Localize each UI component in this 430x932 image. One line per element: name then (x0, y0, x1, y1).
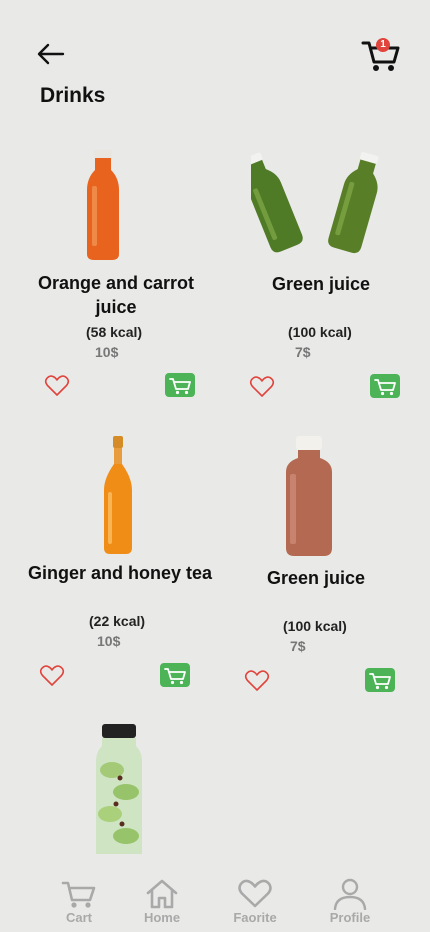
tab-label: Home (143, 910, 181, 925)
heart-icon (238, 879, 272, 908)
ginger-honey-bottle-image (104, 436, 132, 554)
favorite-button[interactable] (244, 669, 270, 693)
heart-icon (244, 670, 270, 691)
product-name: Green juice (266, 568, 366, 588)
product-name: Orange and carrot juice (37, 273, 195, 317)
add-to-cart-button[interactable] (370, 374, 400, 398)
tab-label: Faorite (233, 910, 277, 925)
cart-icon (369, 673, 391, 690)
product-card[interactable] (16, 720, 216, 860)
product-name: Green juice (271, 274, 371, 294)
product-name: Ginger and honey tea (27, 563, 213, 583)
favorite-button[interactable] (39, 664, 65, 688)
cart-icon (164, 668, 186, 685)
arrow-left-icon (37, 43, 65, 65)
heart-icon (44, 375, 70, 396)
favorite-button[interactable] (249, 375, 275, 399)
product-kcal: (58 kcal) (86, 324, 143, 340)
cart-button[interactable]: 1 (360, 36, 402, 74)
add-to-cart-button[interactable] (165, 373, 195, 397)
product-card[interactable]: Green juice (100 kcal) 7$ (221, 140, 421, 410)
tab-cart[interactable]: Cart (44, 878, 114, 925)
product-kcal: (100 kcal) (283, 618, 347, 634)
add-to-cart-button[interactable] (365, 668, 395, 692)
back-button[interactable] (36, 40, 68, 68)
tab-profile[interactable]: Profile (315, 878, 385, 925)
green-juice-bottles-image (251, 152, 379, 254)
tab-label: Cart (65, 910, 92, 925)
cart-icon (61, 881, 96, 908)
product-price: 10$ (97, 633, 121, 649)
cart-icon (374, 379, 396, 396)
home-icon (146, 879, 178, 909)
heart-icon (249, 376, 275, 397)
person-icon (333, 878, 367, 910)
bottom-tab-bar: Cart Home Faorite Profile (0, 868, 430, 932)
product-kcal: (22 kcal) (89, 613, 146, 629)
cart-count-badge: 1 (376, 38, 390, 52)
heart-icon (39, 665, 65, 686)
add-to-cart-button[interactable] (160, 663, 190, 687)
orange-carrot-bottle-image (87, 150, 119, 260)
product-card[interactable]: Ginger and honey tea (22 kcal) 10$ (20, 430, 220, 700)
cucumber-water-bottle-image (96, 724, 142, 854)
product-price: 10$ (95, 344, 119, 360)
product-price: 7$ (295, 344, 311, 360)
tab-favorite[interactable]: Faorite (220, 878, 290, 925)
tab-label: Profile (329, 910, 371, 925)
product-card[interactable]: Green juice (100 kcal) 7$ (216, 430, 416, 700)
favorite-button[interactable] (44, 374, 70, 398)
brown-juice-bottle-image (286, 436, 332, 556)
product-price: 7$ (290, 638, 306, 654)
product-card[interactable]: Orange and carrot juice (58 kcal) 10$ (16, 140, 216, 410)
product-kcal: (100 kcal) (288, 324, 352, 340)
cart-icon (169, 378, 191, 395)
page-title: Drinks (40, 84, 106, 107)
header: 1 Drinks (0, 0, 430, 130)
tab-home[interactable]: Home (127, 878, 197, 925)
